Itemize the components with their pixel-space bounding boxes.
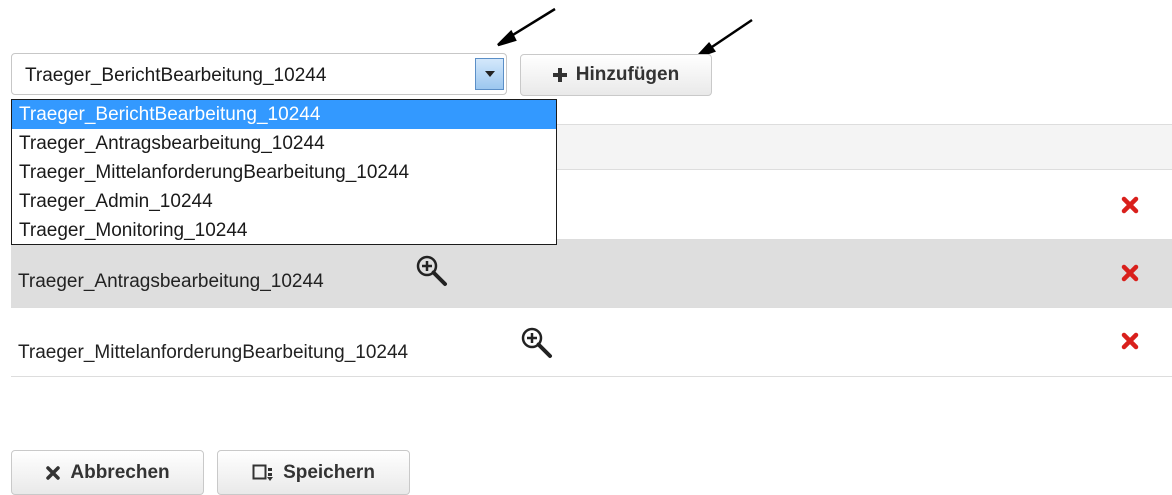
zoom-in-icon[interactable] bbox=[415, 254, 449, 293]
role-select[interactable]: Traeger_BerichtBearbeitung_10244 bbox=[11, 53, 507, 95]
role-name: Traeger_Antragsbearbeitung_10244 bbox=[18, 271, 324, 292]
select-dropdown-button[interactable] bbox=[475, 58, 504, 90]
cancel-button-label: Abbrechen bbox=[70, 461, 170, 483]
plus-icon bbox=[552, 68, 567, 82]
chevron-down-icon bbox=[484, 71, 495, 77]
dropdown-option[interactable]: Traeger_BerichtBearbeitung_10244 bbox=[12, 100, 556, 129]
arrow-head-to-dropdown bbox=[497, 29, 517, 47]
close-icon bbox=[45, 465, 61, 481]
add-button[interactable]: Hinzufügen bbox=[520, 54, 712, 96]
delete-icon[interactable] bbox=[1121, 332, 1139, 355]
role-select-dropdown: Traeger_BerichtBearbeitung_10244 Traeger… bbox=[11, 99, 557, 245]
annotation-arrows bbox=[497, 7, 753, 59]
role-name: Traeger_MittelanforderungBearbeitung_102… bbox=[18, 342, 409, 363]
role-select-value: Traeger_BerichtBearbeitung_10244 bbox=[25, 65, 327, 86]
zoom-in-icon[interactable] bbox=[520, 326, 554, 365]
dropdown-option[interactable]: Traeger_Monitoring_10244 bbox=[12, 216, 556, 245]
save-button-label: Speichern bbox=[283, 461, 375, 483]
cancel-button[interactable]: Abbrechen bbox=[11, 450, 204, 495]
save-button[interactable]: Speichern bbox=[217, 450, 410, 495]
dropdown-option[interactable]: Traeger_Admin_10244 bbox=[12, 187, 556, 216]
table-row: Traeger_MittelanforderungBearbeitung_102… bbox=[11, 308, 1172, 377]
dropdown-option[interactable]: Traeger_MittelanforderungBearbeitung_102… bbox=[12, 158, 556, 187]
dropdown-option[interactable]: Traeger_Antragsbearbeitung_10244 bbox=[12, 129, 556, 158]
delete-icon[interactable] bbox=[1121, 196, 1139, 219]
add-button-label: Hinzufügen bbox=[575, 64, 680, 85]
table-row: Traeger_Antragsbearbeitung_10244 bbox=[11, 240, 1172, 308]
save-icon bbox=[252, 464, 274, 482]
delete-icon[interactable] bbox=[1121, 264, 1139, 287]
